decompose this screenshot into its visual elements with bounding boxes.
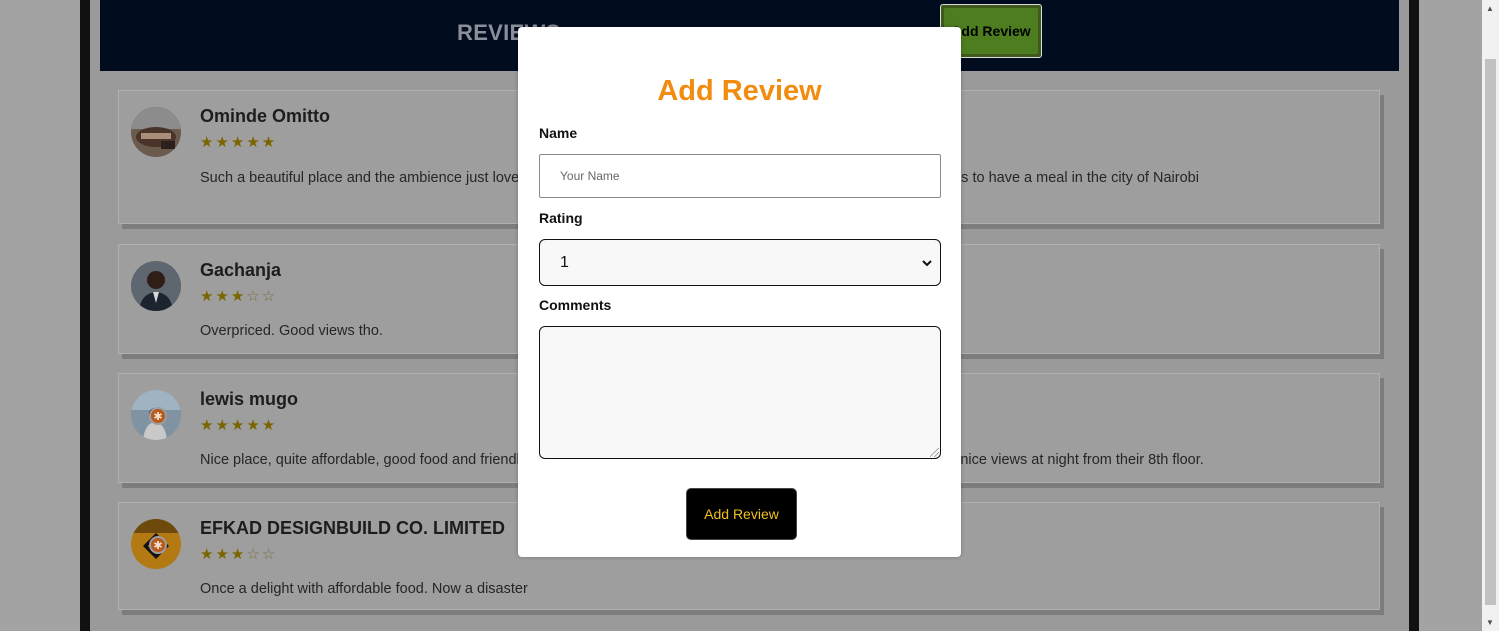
page-scrollbar[interactable]: ▲ ▼ bbox=[1482, 0, 1499, 631]
rating-select[interactable]: 1 bbox=[539, 239, 941, 286]
stars-filled: ★★★ bbox=[200, 546, 247, 563]
review-text: Once a delight with affordable food. Now… bbox=[200, 581, 528, 597]
comments-textarea[interactable] bbox=[539, 326, 941, 459]
scrollbar-thumb[interactable] bbox=[1485, 59, 1496, 605]
star-rating: ★★★★★ bbox=[200, 416, 277, 434]
reviewer-name: Gachanja bbox=[200, 260, 282, 280]
name-input[interactable] bbox=[539, 154, 941, 198]
reviewer-name: Ominde Omitto bbox=[200, 106, 330, 126]
star-rating: ★★★☆☆ bbox=[200, 287, 277, 305]
modal-title: Add Review bbox=[657, 75, 822, 107]
stars-filled: ★★★★★ bbox=[200, 417, 278, 434]
reviewer-name: EFKAD DESIGNBUILD CO. LIMITED bbox=[200, 518, 505, 538]
stars-filled: ★★★★★ bbox=[200, 134, 278, 151]
local-guide-badge-icon: ✱ bbox=[149, 407, 167, 425]
name-label: Name bbox=[539, 125, 578, 141]
star-rating: ★★★★★ bbox=[200, 133, 277, 151]
scroll-down-icon[interactable]: ▼ bbox=[1486, 618, 1494, 627]
reviewer-avatar bbox=[131, 107, 181, 157]
comments-label: Comments bbox=[539, 297, 612, 313]
reviewer-avatar bbox=[131, 261, 181, 311]
rating-selected-value: 1 bbox=[560, 253, 569, 271]
chevron-down-icon bbox=[922, 255, 932, 270]
resize-grip-icon[interactable] bbox=[930, 448, 939, 457]
reviewer-name: lewis mugo bbox=[200, 389, 299, 409]
star-rating: ★★★☆☆ bbox=[200, 545, 277, 563]
stars-empty: ☆☆ bbox=[246, 288, 278, 305]
stars-filled: ★★★ bbox=[200, 288, 247, 305]
scroll-up-icon[interactable]: ▲ bbox=[1486, 4, 1494, 13]
submit-review-button[interactable]: Add Review bbox=[686, 488, 797, 540]
add-review-modal: Add Review Name Rating 1 Comments Add Re… bbox=[518, 27, 961, 557]
stars-empty: ☆☆ bbox=[246, 546, 278, 563]
rating-label: Rating bbox=[539, 210, 583, 226]
local-guide-badge-icon: ✱ bbox=[149, 536, 167, 554]
